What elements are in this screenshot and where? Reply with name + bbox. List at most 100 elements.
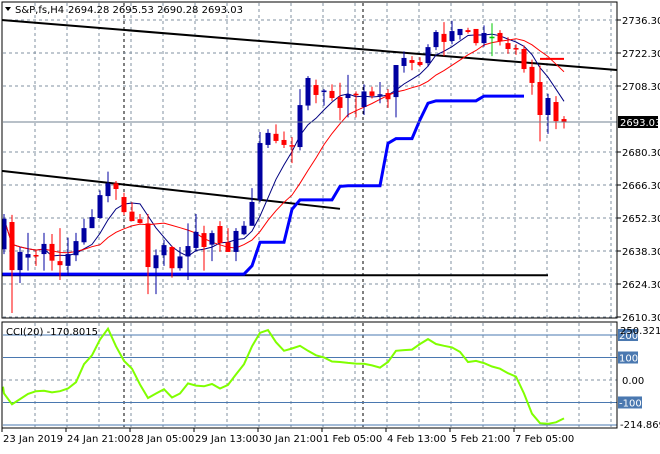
candle-body <box>17 251 23 271</box>
candle-body <box>25 254 31 258</box>
candle-body <box>425 47 431 64</box>
candle-body <box>89 217 95 229</box>
candle-body <box>497 32 503 41</box>
ohlc-label: 2694.28 2695.53 2690.28 2693.03 <box>68 5 243 16</box>
candle-body <box>433 32 439 48</box>
candle-body <box>201 233 207 247</box>
candle-body <box>537 81 543 115</box>
candle-body <box>465 30 471 33</box>
candle-body <box>529 66 535 83</box>
candle <box>521 45 527 73</box>
candle-body <box>505 43 511 49</box>
candle-body <box>233 230 239 252</box>
candle-body <box>97 195 103 218</box>
x-tick-label: 30 Jan 21:00 <box>259 434 322 445</box>
candle-body <box>513 48 519 50</box>
candle-body <box>321 90 327 93</box>
candle-body <box>353 93 359 96</box>
x-tick-label: 1 Feb 05:00 <box>323 434 382 445</box>
y-tick-label: 2708.30 <box>622 82 660 93</box>
x-tick-label: 28 Jan 05:00 <box>131 434 194 445</box>
candle-body <box>257 143 263 200</box>
candle-body <box>457 28 463 36</box>
candle-body <box>105 183 111 197</box>
x-tick-label: 23 Jan 2019 <box>3 434 63 445</box>
candle-body <box>121 197 127 213</box>
candle-body <box>409 60 415 63</box>
candle <box>473 28 479 46</box>
candle-body <box>345 94 351 99</box>
candle-body <box>137 219 143 223</box>
candle-body <box>337 97 343 108</box>
candle-body <box>65 254 71 266</box>
candle-body <box>521 48 527 70</box>
candle-body <box>225 242 231 252</box>
x-tick-label: 5 Feb 21:00 <box>451 434 510 445</box>
x-tick-label: 7 Feb 05:00 <box>515 434 574 445</box>
candle-body <box>297 105 303 148</box>
candle-body <box>393 65 399 98</box>
candle-body <box>241 225 247 235</box>
candle-body <box>169 246 175 269</box>
candle-body <box>249 201 255 226</box>
candle-body <box>449 31 455 41</box>
candle-body <box>329 90 335 99</box>
candle-body <box>113 183 119 190</box>
candle-body <box>265 132 271 145</box>
candle-body <box>385 93 391 100</box>
cci-level-label: -100 <box>619 398 642 409</box>
candle-body <box>209 233 215 245</box>
candle-body <box>145 223 151 268</box>
y-tick-label: 2610.30 <box>622 313 660 324</box>
candle-body <box>377 94 383 96</box>
candle-body <box>369 91 375 96</box>
candle-body <box>185 246 191 257</box>
candle-body <box>153 255 159 269</box>
candle-body <box>401 57 407 66</box>
candle-body <box>9 222 15 271</box>
y-tick-label: 2680.30 <box>622 148 660 159</box>
candle-body <box>281 139 287 145</box>
cci-level-label: 100 <box>619 354 638 365</box>
candle-body <box>481 32 487 44</box>
symbol-label: S&P,fs,H4 <box>15 5 64 16</box>
candle-body <box>473 28 479 44</box>
candle-body <box>313 85 319 95</box>
candle-body <box>489 36 495 39</box>
candle-body <box>161 245 167 256</box>
candle-body <box>361 91 367 107</box>
candle-body <box>305 77 311 106</box>
candle-body <box>217 226 223 243</box>
cci-max-label: 250.3212 <box>620 326 660 337</box>
candle-body <box>129 211 135 222</box>
candle-body <box>73 241 79 256</box>
x-tick-label: 4 Feb 13:00 <box>387 434 446 445</box>
price-chart[interactable]: 2736.30 2722.30 2708.30 2680.30 2666.30 2652.… <box>0 0 660 450</box>
y-tick-label: 2624.30 <box>622 280 660 291</box>
y-tick-label: 2666.30 <box>622 181 660 192</box>
y-tick-label: 2652.30 <box>622 214 660 225</box>
candle-body <box>273 133 279 141</box>
candle <box>305 76 311 111</box>
candle-body <box>57 261 63 266</box>
current-price-label: 2693.03 <box>620 118 660 129</box>
y-tick-label: 2722.30 <box>622 49 660 60</box>
x-tick-label: 29 Jan 13:00 <box>195 434 258 445</box>
candle-body <box>33 255 39 257</box>
candle-body <box>417 61 423 66</box>
y-tick-label: 2638.30 <box>622 247 660 258</box>
candle-body <box>41 243 47 255</box>
candle-body <box>553 102 559 122</box>
candle-body <box>177 256 183 269</box>
cci-level-label: 0.00 <box>622 376 644 387</box>
candle-body <box>289 145 295 147</box>
cci-title: CCI(20) -170.8015 <box>6 327 98 338</box>
cci-min-label: -214.8692 <box>620 420 660 431</box>
chart-header: S&P,fs,H4 2694.28 2695.53 2690.28 2693.0… <box>5 5 243 16</box>
candle-body <box>545 98 551 115</box>
candle-body <box>81 228 87 243</box>
candle-body <box>193 231 199 248</box>
candle-body <box>441 33 447 42</box>
candle-body <box>49 243 55 261</box>
x-tick-label: 24 Jan 21:00 <box>67 434 130 445</box>
